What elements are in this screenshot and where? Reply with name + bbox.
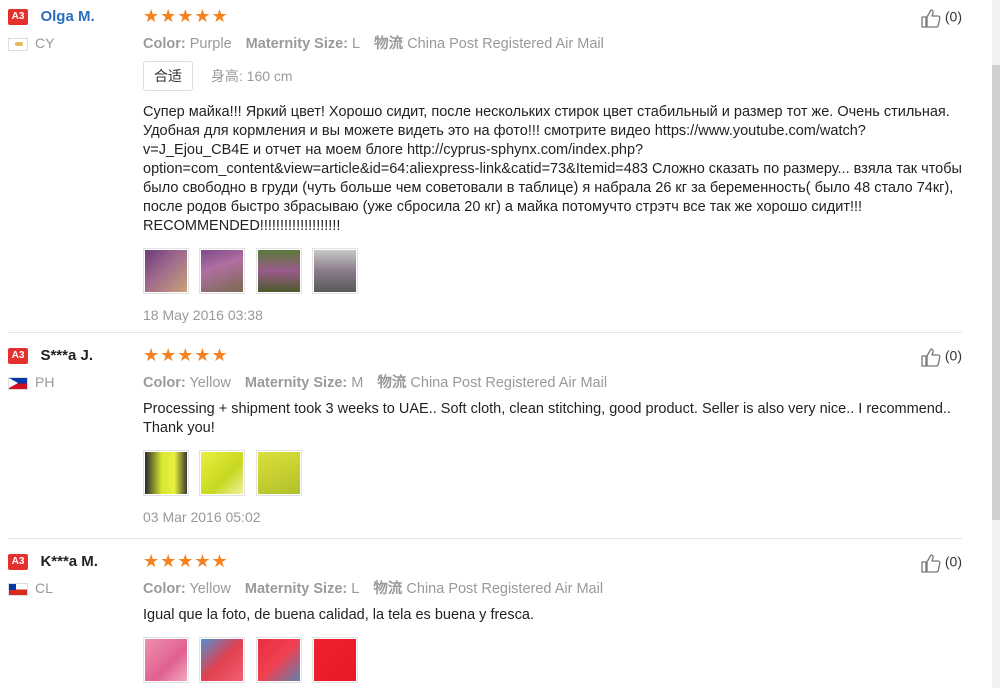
scrollbar-track[interactable] xyxy=(992,0,1000,688)
helpful-button[interactable]: (0) xyxy=(920,553,962,573)
color-label: Color: xyxy=(143,36,186,52)
scrollbar-thumb[interactable] xyxy=(992,65,1000,520)
review-photo[interactable] xyxy=(255,248,302,294)
review-photo[interactable] xyxy=(143,450,189,496)
size-value: M xyxy=(351,375,364,391)
size-label: Maternity Size: xyxy=(245,36,349,52)
flag-cy-icon xyxy=(8,37,28,51)
size-value: L xyxy=(351,581,360,597)
review-text: Igual que la foto, de buena calidad, la … xyxy=(143,607,534,623)
review-photo[interactable] xyxy=(199,248,246,294)
fit-tag: 合适 xyxy=(143,61,193,91)
review-content: ★★★★★ Color: Yellow Maternity Size: M 物流… xyxy=(143,345,973,525)
review-photo[interactable] xyxy=(312,637,359,683)
helpful-count: (0) xyxy=(944,8,962,25)
country-code: PH xyxy=(35,374,55,390)
height-label: 身高: xyxy=(210,68,243,84)
reviewer-country: CY xyxy=(8,35,138,51)
shipping-label: 物流 xyxy=(373,581,403,597)
review-text: Processing + shipment took 3 weeks to UA… xyxy=(143,401,951,436)
review-photos xyxy=(143,450,973,496)
reviewer-name[interactable]: S***a J. xyxy=(40,347,93,364)
review-date: 03 Mar 2016 05:02 xyxy=(143,509,261,525)
review-photo[interactable] xyxy=(312,248,359,294)
review-photos xyxy=(143,248,973,294)
review-photo[interactable] xyxy=(143,248,189,294)
thumbs-up-icon xyxy=(921,348,941,367)
star-rating: ★★★★★ xyxy=(143,345,229,365)
order-attributes: Color: Purple Maternity Size: L 物流 China… xyxy=(143,32,973,53)
reviewer-info: A3 K***a M. CL xyxy=(8,553,138,596)
color-label: Color: xyxy=(143,581,186,597)
helpful-button[interactable]: (0) xyxy=(920,8,962,28)
review-text: Супер майка!!! Яркий цвет! Хорошо сидит,… xyxy=(143,104,962,234)
helpful-button[interactable]: (0) xyxy=(920,347,962,367)
shipping-value: China Post Registered Air Mail xyxy=(410,375,608,391)
helpful-count: (0) xyxy=(944,553,962,570)
shipping-label: 物流 xyxy=(374,36,404,52)
country-code: CL xyxy=(35,580,53,596)
review-photo[interactable] xyxy=(199,450,246,496)
flag-ph-icon xyxy=(8,376,28,390)
star-rating: ★★★★★ xyxy=(143,551,229,571)
shipping-value: China Post Registered Air Mail xyxy=(406,581,604,597)
review-date: 18 May 2016 03:38 xyxy=(143,307,263,323)
review-photo[interactable] xyxy=(143,637,189,683)
helpful-count: (0) xyxy=(944,347,962,364)
thumbs-up-icon xyxy=(921,9,941,28)
size-value: L xyxy=(352,36,361,52)
review-item: A3 S***a J. PH ★★★★★ Color: Yellow Mater… xyxy=(0,333,962,538)
thumbs-up-icon xyxy=(921,554,941,573)
size-label: Maternity Size: xyxy=(244,581,348,597)
flag-cl-icon xyxy=(8,582,28,596)
reviewer-country: PH xyxy=(8,374,138,390)
color-value: Yellow xyxy=(189,581,231,597)
review-item: A3 K***a M. CL ★★★★★ Color: Yellow Mater… xyxy=(0,539,962,688)
buyer-level-badge: A3 xyxy=(8,553,28,570)
order-attributes: Color: Yellow Maternity Size: M 物流 China… xyxy=(143,371,973,392)
order-attributes: Color: Yellow Maternity Size: L 物流 China… xyxy=(143,577,973,598)
reviewer-name[interactable]: Olga M. xyxy=(40,8,94,25)
size-label: Maternity Size: xyxy=(244,375,348,391)
review-photo[interactable] xyxy=(199,637,246,683)
reviewer-info: A3 Olga M. CY xyxy=(8,8,138,51)
color-value: Purple xyxy=(189,36,232,52)
reviewer-info: A3 S***a J. PH xyxy=(8,347,138,390)
shipping-value: China Post Registered Air Mail xyxy=(407,36,604,52)
buyer-level-badge: A3 xyxy=(8,347,28,364)
height-info: 身高: 160 cm xyxy=(211,66,293,86)
height-value: 160 cm xyxy=(246,68,293,84)
review-content: ★★★★★ Color: Purple Maternity Size: L 物流… xyxy=(143,6,973,323)
review-item: A3 Olga M. CY ★★★★★ Color: Purple Matern… xyxy=(0,0,962,332)
star-rating: ★★★★★ xyxy=(143,6,229,26)
country-code: CY xyxy=(35,35,55,51)
review-photos xyxy=(143,637,973,683)
fit-info: 合适 身高: 160 cm xyxy=(143,61,973,91)
reviewer-country: CL xyxy=(8,580,138,596)
color-value: Yellow xyxy=(189,375,231,391)
review-photo[interactable] xyxy=(255,637,302,683)
shipping-label: 物流 xyxy=(377,375,407,391)
buyer-level-badge: A3 xyxy=(8,8,28,25)
review-content: ★★★★★ Color: Yellow Maternity Size: L 物流… xyxy=(143,551,973,683)
reviewer-name[interactable]: K***a M. xyxy=(40,553,98,570)
review-photo[interactable] xyxy=(255,450,302,496)
color-label: Color: xyxy=(143,375,186,391)
